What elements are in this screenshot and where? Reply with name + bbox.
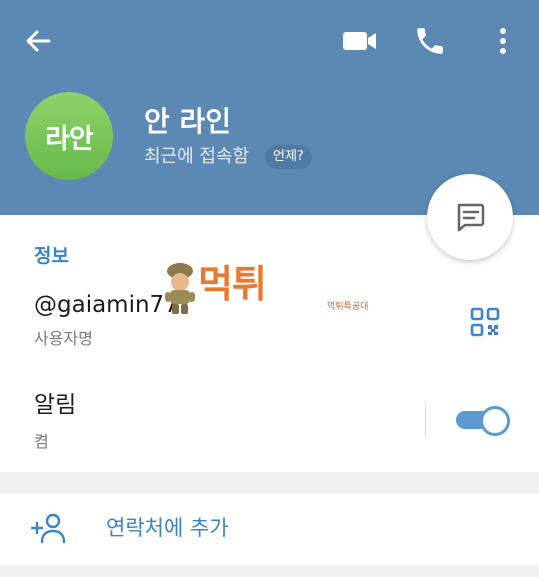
when-badge[interactable]: 언제? [265,145,312,169]
add-contact-row[interactable] [0,493,539,565]
watermark-text: 먹튀 [198,262,267,306]
profile-name: 안 라인 [144,105,232,138]
qr-code-icon[interactable] [470,307,500,337]
more-vertical-icon[interactable] [493,24,513,58]
notifications-toggle[interactable] [456,405,510,436]
add-contact-label[interactable]: 연락처에 추가 [106,512,229,544]
message-button[interactable] [427,174,513,260]
phone-icon[interactable] [413,24,447,58]
arrow-left-icon[interactable] [22,25,54,57]
last-seen-status: 최근에 접속함 [144,146,250,167]
divider [425,402,426,436]
username-value[interactable]: @gaiamin77 [34,290,179,320]
soldier-figure-icon [165,263,195,314]
video-camera-icon[interactable] [340,27,380,55]
watermark-small-text: 먹튀특공대 [327,302,369,312]
message-icon [457,203,485,232]
add-person-icon[interactable] [30,512,68,544]
username-label: 사용자명 [34,329,93,348]
section-title-info: 정보 [34,245,69,267]
notifications-value: 켬 [34,432,49,451]
notifications-label: 알림 [34,392,77,418]
toggle-knob [480,406,510,436]
avatar[interactable]: 라안 [25,92,113,180]
